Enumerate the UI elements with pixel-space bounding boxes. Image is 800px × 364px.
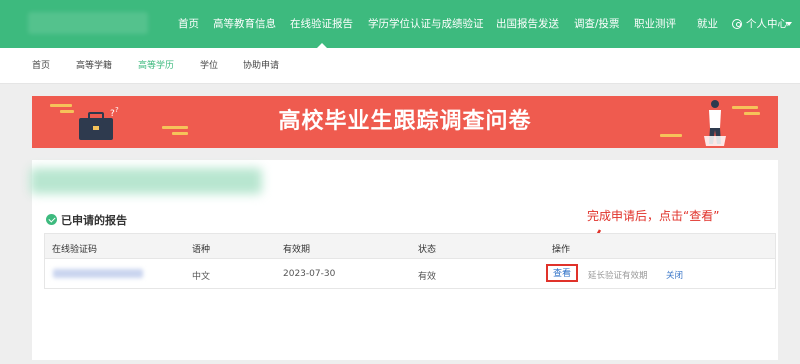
user-name-blurred [30,168,262,194]
header-actions: 操作 [552,245,571,255]
nav-employment[interactable]: 就业 [697,0,718,48]
chevron-down-icon[interactable] [786,22,792,26]
header-language: 语种 [192,245,211,255]
table-header: 在线验证码 语种 有效期 状态 操作 [44,233,776,259]
extend-validity-link[interactable]: 延长验证有效期 [588,269,648,281]
nav-online-verification-report[interactable]: 在线验证报告 [290,0,353,48]
close-link[interactable]: 关闭 [666,269,683,281]
nav-survey-vote[interactable]: 调查/投票 [574,0,620,48]
survey-banner[interactable]: ? ? 高校毕业生跟踪调查问卷 [32,96,778,148]
subnav-education-record[interactable]: 高等学历 [138,48,174,84]
nav-higher-education-info[interactable]: 高等教育信息 [213,0,276,48]
sub-navigation-bar: 首页 高等学籍 高等学历 学位 协助申请 [0,48,800,84]
annotation-text: 完成申请后，点击“查看” [587,209,720,223]
header-status: 状态 [418,245,437,255]
user-center-menu[interactable]: 个人中心 [746,0,788,48]
table-row: 中文 2023-07-30 有效 查看 延长验证有效期 关闭 [44,259,776,289]
cell-status: 有效 [418,272,437,282]
nav-degree-certification[interactable]: 学历学位认证与成绩验证 [368,0,484,48]
nav-home[interactable]: 首页 [178,0,199,48]
nav-career-assessment[interactable]: 职业测评 [634,0,676,48]
banner-title: 高校毕业生跟踪调查问卷 [278,109,532,134]
site-logo[interactable] [28,12,148,34]
section-title: 已申请的报告 [61,214,127,227]
subnav-student-status[interactable]: 高等学籍 [76,48,112,84]
check-circle-icon [46,214,57,225]
cell-validity: 2023-07-30 [283,269,336,279]
view-button[interactable]: 查看 [546,264,578,282]
nav-overseas-report-sending[interactable]: 出国报告发送 [496,0,559,48]
header-validity: 有效期 [283,245,311,255]
subnav-assist-application[interactable]: 协助申请 [243,48,279,84]
verification-code-blurred [53,269,143,278]
cell-language: 中文 [192,272,211,282]
top-navigation-bar: 首页 高等教育信息 在线验证报告 学历学位认证与成绩验证 出国报告发送 调查/投… [0,0,800,48]
user-icon[interactable] [732,19,742,29]
header-verification-code: 在线验证码 [52,245,98,255]
subnav-degree[interactable]: 学位 [200,48,218,84]
subnav-home[interactable]: 首页 [32,48,50,84]
